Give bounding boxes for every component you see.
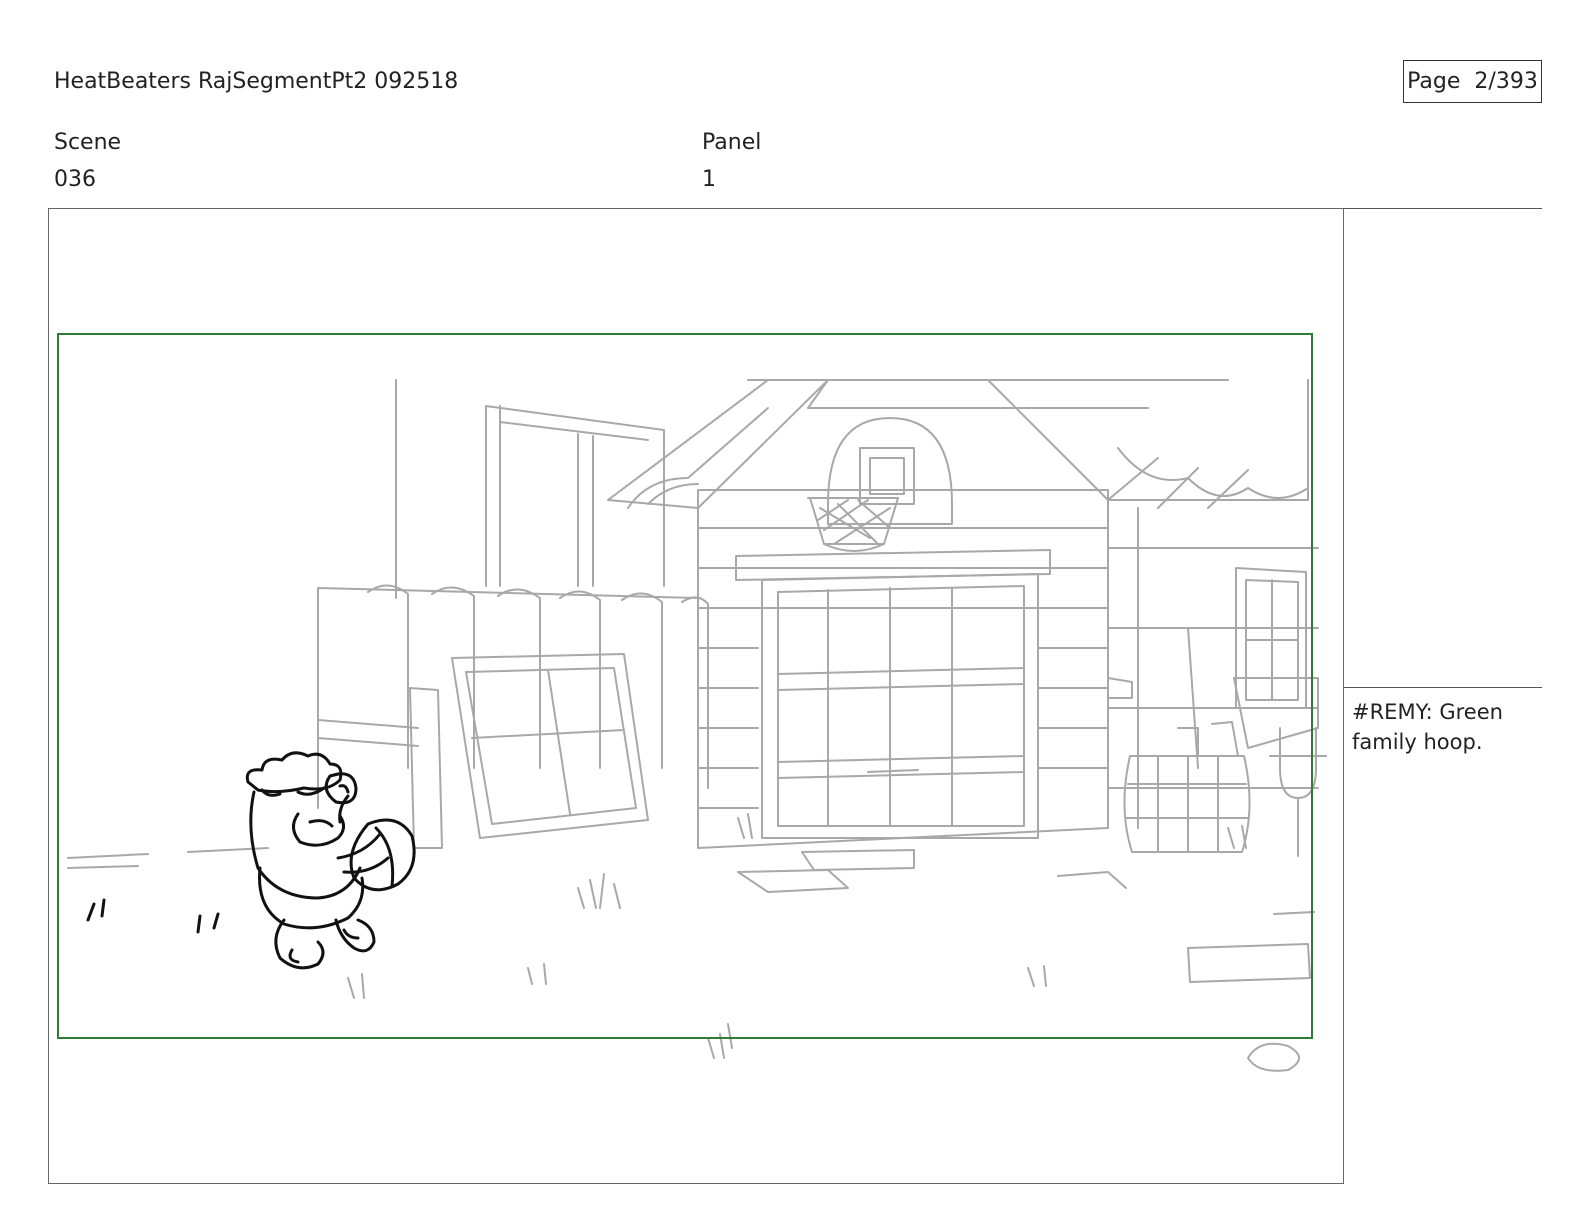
character-sketch — [86, 751, 416, 970]
scene-number: 036 — [54, 167, 96, 192]
panel-label: Panel — [702, 130, 762, 155]
document-title: HeatBeaters RajSegmentPt2 092518 — [54, 69, 459, 94]
dialogue-note: #REMY: Green family hoop. — [1352, 700, 1503, 754]
safe-area-frame — [57, 333, 1313, 1039]
page-indicator: Page 2/393 — [1403, 60, 1542, 103]
page-label: Page — [1407, 69, 1461, 94]
panel-number: 1 — [702, 167, 716, 192]
page-number: 2/393 — [1474, 69, 1538, 94]
background-sketch — [67, 379, 1327, 1072]
storyboard-panel-drawing — [57, 333, 1327, 1072]
notes-dialogue-divider — [1344, 687, 1542, 688]
notes-top-divider — [1344, 208, 1542, 209]
scene-label: Scene — [54, 130, 122, 155]
